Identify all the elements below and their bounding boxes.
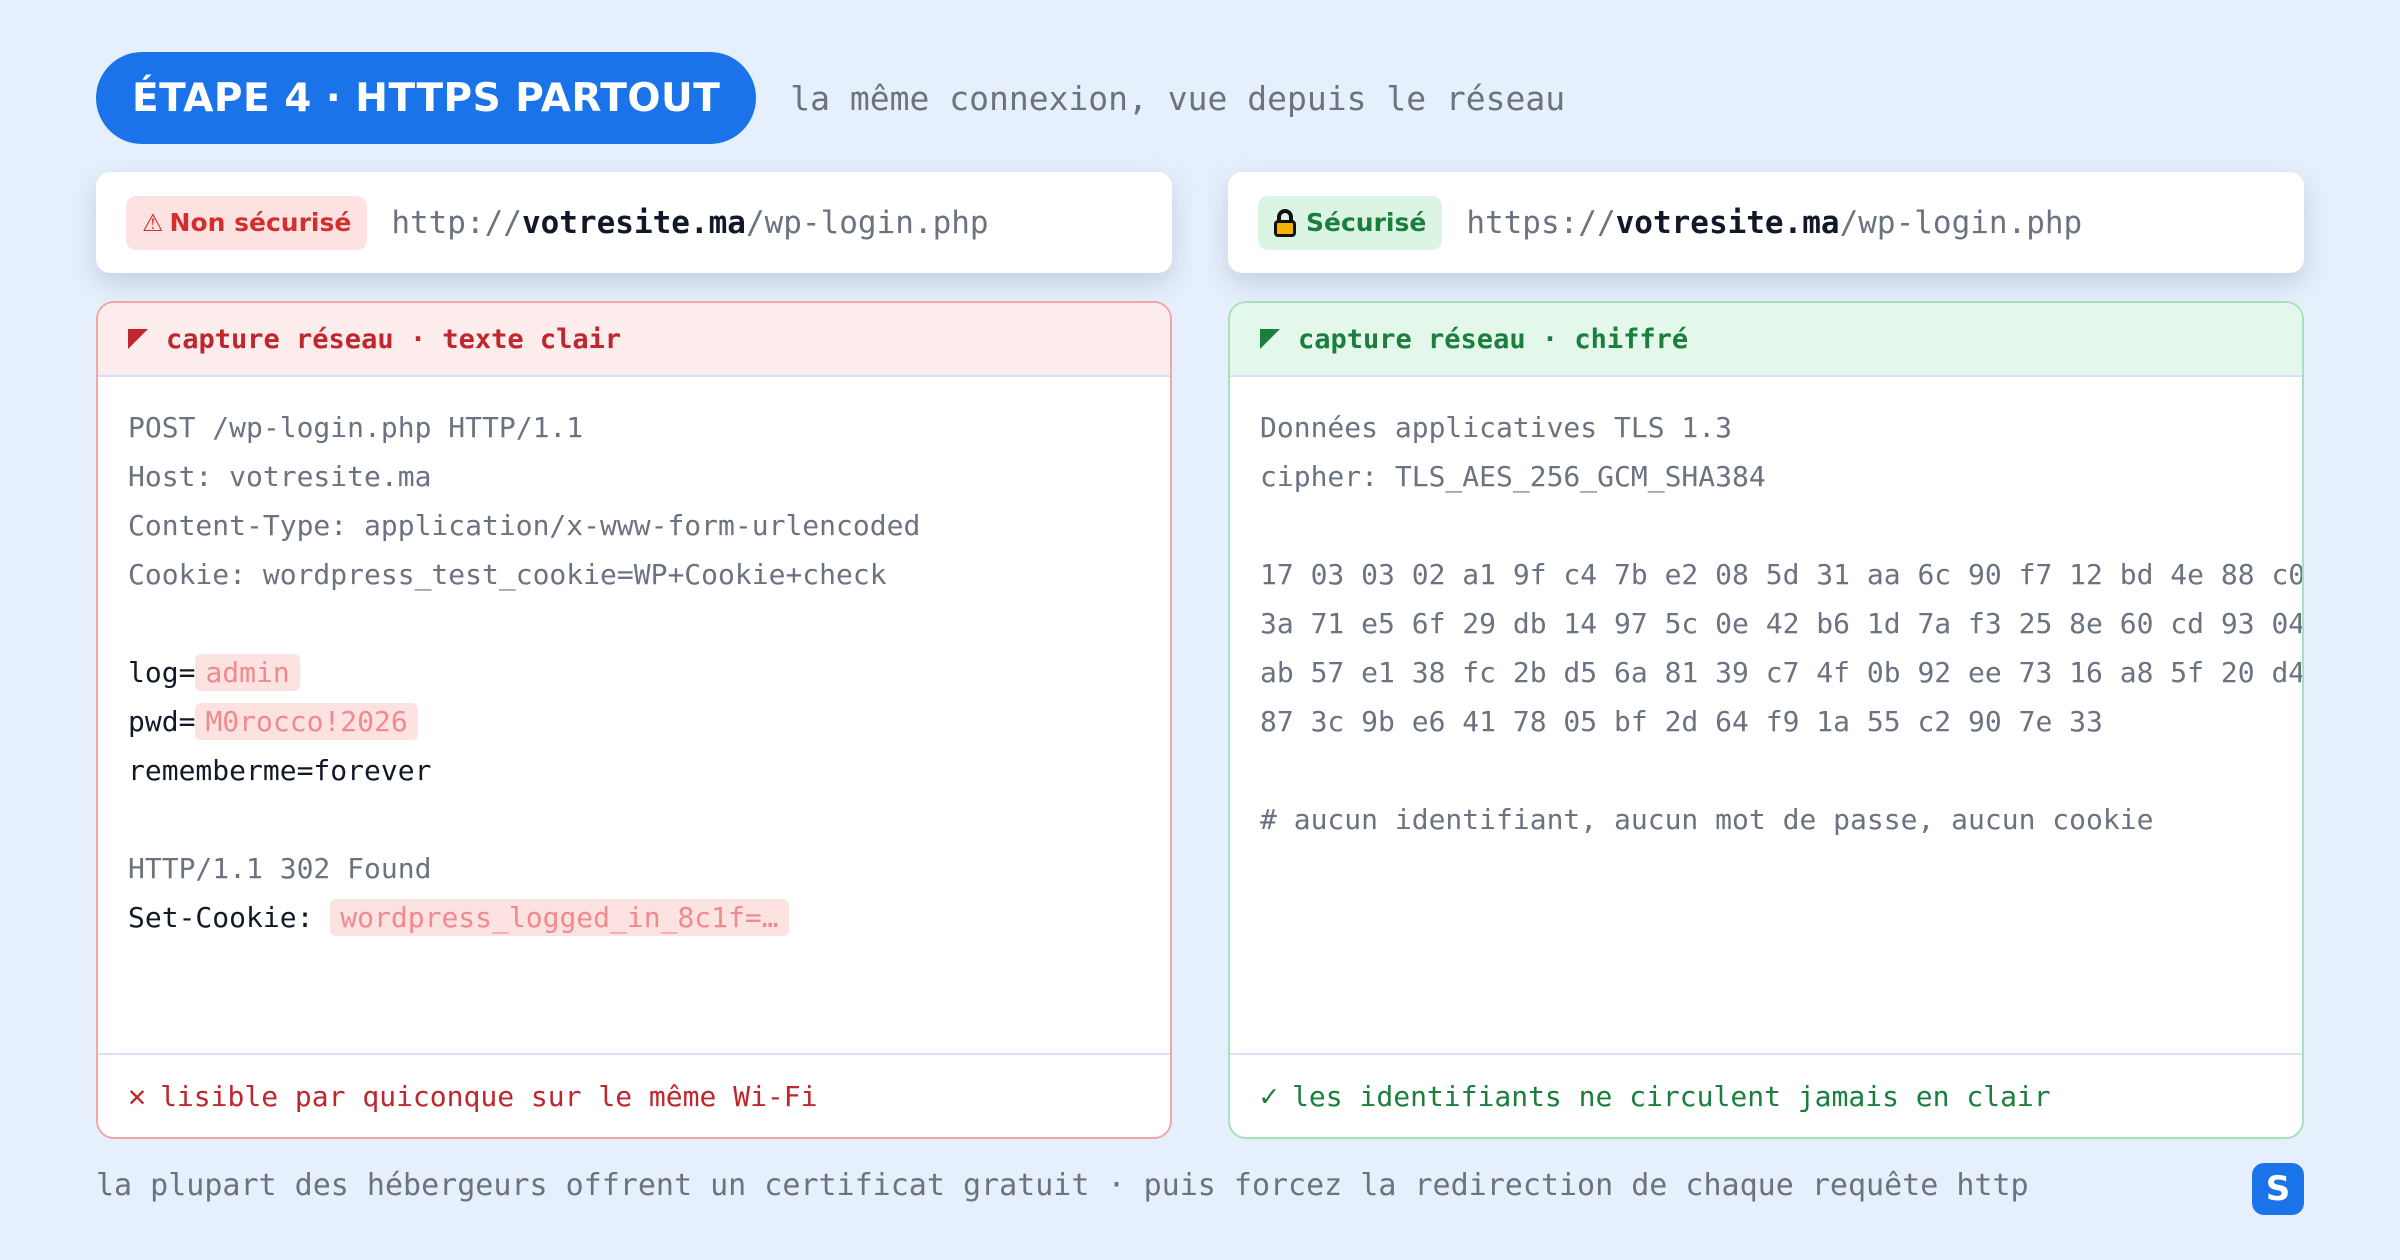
http-url[interactable]: http://votresite.ma/wp-login.php <box>391 205 988 241</box>
log-value: admin <box>195 654 300 691</box>
set-cookie-value: wordpress_logged_in_8c1f=… <box>330 899 789 936</box>
http-address-bar[interactable]: ⚠ Non sécurisé http://votresite.ma/wp-lo… <box>96 172 1172 273</box>
plaintext-capture-card: capture réseau · texte clair POST /wp-lo… <box>96 301 1172 1139</box>
request-line: Host: votresite.ma <box>128 460 432 493</box>
card-title: capture réseau · texte clair <box>166 323 622 355</box>
brand-logo: S <box>2252 1163 2304 1215</box>
warning-icon: ⚠ <box>142 208 164 237</box>
footer-text: lisible par quiconque sur le même Wi-Fi <box>160 1079 818 1113</box>
log-key: log= <box>128 656 196 689</box>
secure-badge[interactable]: Sécurisé <box>1258 195 1443 250</box>
url-scheme: http:// <box>391 204 522 241</box>
card-title: capture réseau · chiffré <box>1298 323 1689 355</box>
remember-line: rememberme=forever <box>128 754 432 787</box>
log-line: log= admin <box>128 648 1140 697</box>
subtitle: la même connexion, vue depuis le réseau <box>790 78 1566 118</box>
lock-icon <box>1274 208 1296 237</box>
card-footer: ✓ les identifiants ne circulent jamais e… <box>1230 1053 2302 1137</box>
tls-info-line: Données applicatives TLS 1.3 <box>1260 411 1733 444</box>
request-line: Cookie: wordpress_test_cookie=WP+Cookie+… <box>128 558 887 591</box>
encrypted-capture-card: capture réseau · chiffré Données applica… <box>1228 301 2304 1139</box>
not-secure-label: Non sécurisé <box>169 208 352 237</box>
pwd-line: pwd= M0rocco!2026 <box>128 697 1140 746</box>
url-domain: votresite.ma <box>521 204 746 241</box>
pwd-value: M0rocco!2026 <box>195 703 418 740</box>
secure-label: Sécurisé <box>1306 208 1427 237</box>
corner-flag-icon <box>1260 329 1280 349</box>
url-domain: votresite.ma <box>1615 204 1840 241</box>
tls-info-line: cipher: TLS_AES_256_GCM_SHA384 <box>1260 460 1766 493</box>
comment-line: # aucun identifiant, aucun mot de passe,… <box>1260 803 2154 836</box>
pwd-key: pwd= <box>128 705 196 738</box>
card-header: capture réseau · chiffré <box>1230 303 2302 377</box>
not-secure-badge[interactable]: ⚠ Non sécurisé <box>126 195 368 250</box>
https-column: Sécurisé https://votresite.ma/wp-login.p… <box>1228 172 2304 1139</box>
url-scheme: https:// <box>1466 204 1616 241</box>
response-status: HTTP/1.1 302 Found <box>128 852 432 885</box>
set-cookie-line: Set-Cookie: wordpress_logged_in_8c1f=… <box>128 893 1140 942</box>
hex-line: 87 3c 9b e6 41 78 05 bf 2d 64 f9 1a 55 c… <box>1260 705 2103 738</box>
card-header: capture réseau · texte clair <box>98 303 1170 377</box>
hex-line: 17 03 03 02 a1 9f c4 7b e2 08 5d 31 aa 6… <box>1260 558 2304 591</box>
footer-text: les identifiants ne circulent jamais en … <box>1292 1079 2051 1113</box>
card-footer: ✕ lisible par quiconque sur le même Wi-F… <box>98 1053 1170 1137</box>
cross-icon: ✕ <box>128 1078 147 1114</box>
header: ÉTAPE 4 · HTTPS PARTOUT la même connexio… <box>96 52 1565 144</box>
capture-body: POST /wp-login.php HTTP/1.1 Host: votres… <box>98 377 1170 942</box>
hex-line: 3a 71 e5 6f 29 db 14 97 5c 0e 42 b6 1d 7… <box>1260 607 2304 640</box>
url-path: /wp-login.php <box>1839 204 2083 241</box>
capture-body: Données applicatives TLS 1.3 cipher: TLS… <box>1230 377 2302 844</box>
request-line: Content-Type: application/x-www-form-url… <box>128 509 921 542</box>
corner-flag-icon <box>128 329 148 349</box>
set-cookie-key: Set-Cookie: <box>128 901 331 934</box>
check-icon: ✓ <box>1260 1078 1279 1114</box>
https-address-bar[interactable]: Sécurisé https://votresite.ma/wp-login.p… <box>1228 172 2304 273</box>
http-column: ⚠ Non sécurisé http://votresite.ma/wp-lo… <box>96 172 1172 1139</box>
step-title: ÉTAPE 4 · HTTPS PARTOUT <box>96 52 757 144</box>
footer-note: la plupart des hébergeurs offrent un cer… <box>96 1168 2029 1203</box>
https-url[interactable]: https://votresite.ma/wp-login.php <box>1466 205 2082 241</box>
request-line: POST /wp-login.php HTTP/1.1 <box>128 411 584 444</box>
hex-line: ab 57 e1 38 fc 2b d5 6a 81 39 c7 4f 0b 9… <box>1260 656 2304 689</box>
url-path: /wp-login.php <box>745 204 989 241</box>
